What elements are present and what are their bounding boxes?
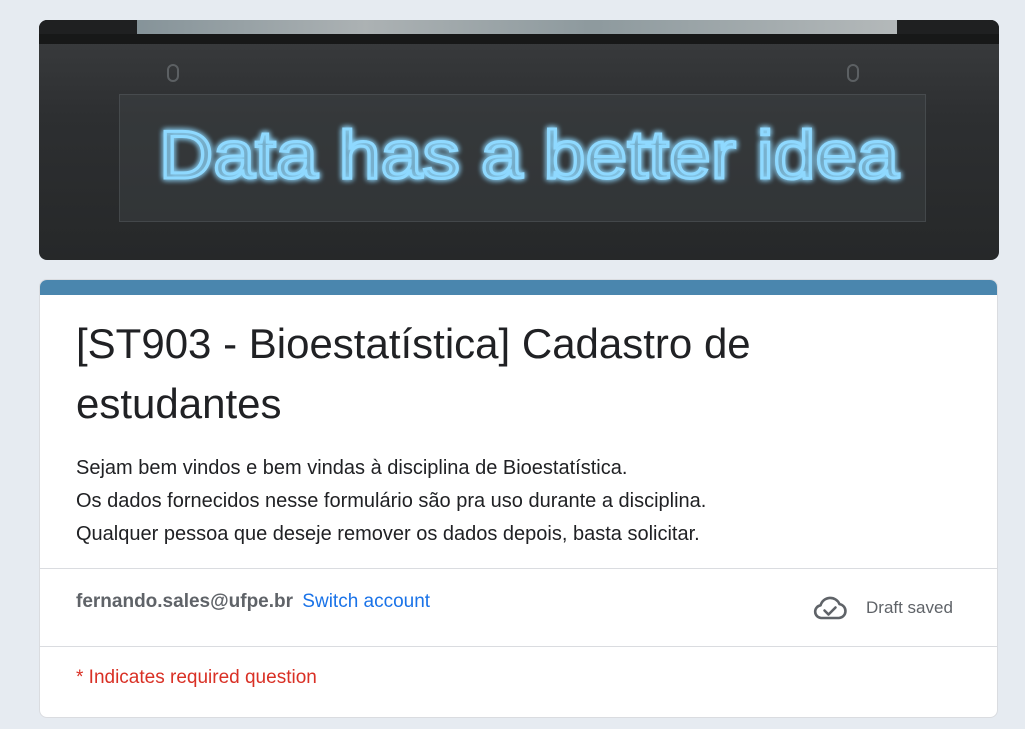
neon-sign-text: Data has a better idea [159, 117, 899, 193]
draft-status-text: Draft saved [866, 598, 953, 617]
divider [40, 646, 997, 647]
banner-hook-right [847, 64, 859, 82]
required-question-note: * Indicates required question [76, 667, 317, 688]
banner-window-frame [39, 34, 999, 44]
description-line: Os dados fornecidos nesse formulário são… [76, 490, 707, 512]
banner-window-glass [137, 20, 897, 34]
neon-sign: Data has a better idea [158, 116, 901, 195]
divider [40, 568, 997, 569]
header-banner-image: Data has a better idea [39, 20, 999, 260]
description-line: Sejam bem vindos e bem vindas à discipli… [76, 457, 628, 479]
banner-hook-left [167, 64, 179, 82]
form-description: Sejam bem vindos e bem vindas à discipli… [76, 452, 956, 551]
description-line: Qualquer pessoa que deseje remover os da… [76, 523, 700, 545]
form-title: [ST903 - Bioestatística] Cadastro de est… [76, 320, 751, 427]
form-header-card: [ST903 - Bioestatística] Cadastro de est… [39, 279, 998, 718]
switch-account-link[interactable]: Switch account [302, 591, 430, 612]
card-accent-bar [40, 280, 997, 295]
account-row: fernando.sales@ufpe.br Switch account [76, 590, 430, 614]
form-page: Data has a better idea [ST903 - Bioestat… [0, 0, 1025, 729]
draft-status: Draft saved [812, 594, 953, 622]
cloud-done-icon [813, 596, 847, 620]
account-email: fernando.sales@ufpe.br [76, 591, 294, 612]
